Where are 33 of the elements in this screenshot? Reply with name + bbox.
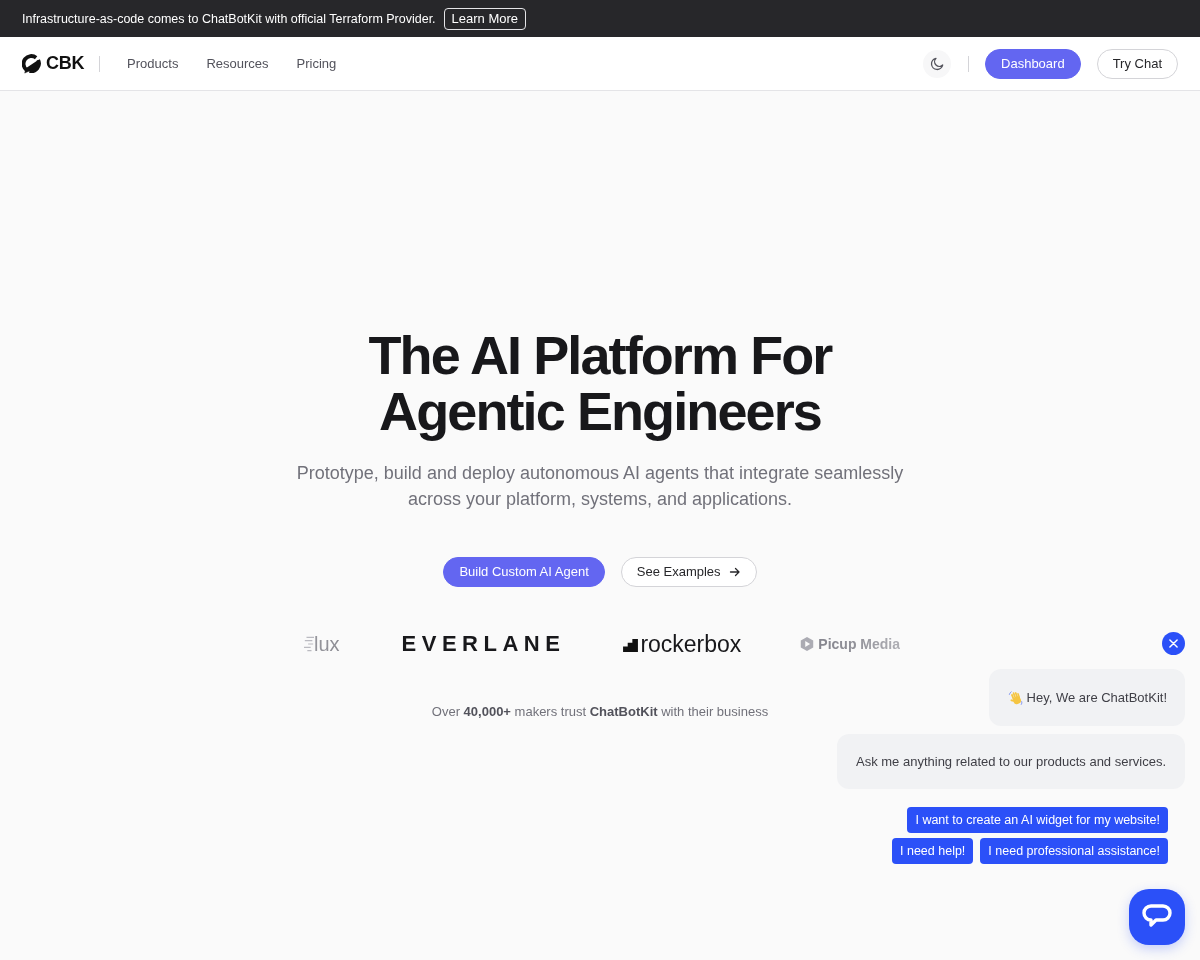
see-examples-button[interactable]: See Examples [620,557,757,587]
hero-subtitle: Prototype, build and deploy autonomous AI agents that integrate seamlessly across your platform, systems, and applications. [295,462,905,511]
brand-wordmark: lux [314,632,340,657]
nav-link[interactable]: Products [127,56,179,71]
dashboard-button[interactable]: Dashboard [985,48,1081,79]
hero-heading: The AI Platform For Agentic Engineers [367,327,833,439]
close-icon [1169,639,1178,648]
close-button[interactable] [1162,632,1185,655]
waving-hand-icon [1007,689,1024,706]
quick-reply-button[interactable]: I need professional assistance! [980,838,1168,864]
home-logo-link[interactable]: CBK [22,53,85,74]
brand-wordmark: Picup Media [818,635,900,654]
nav-link[interactable]: Pricing [296,56,337,71]
brand-wordmark: rockerbox [640,630,742,659]
quick-reply-button[interactable]: I want to create an AI widget for my website! [907,807,1168,833]
theme-toggle-button[interactable] [923,49,952,78]
chat-message: Ask me anything related to our products and services. [837,734,1185,789]
chat-message-text: Hey, We are ChatBotKit! [1026,689,1167,706]
learn-more-button[interactable]: Learn More [443,7,527,30]
chat-launcher-button[interactable] [1129,889,1185,945]
trust-statement: Over 40,000+ makers trust ChatBotKit with their business [431,703,769,721]
moon-icon [929,56,945,71]
try-chat-button[interactable]: Try Chat [1096,48,1178,79]
announcement-text: Infrastructure-as-code comes to ChatBotKit with official Terraform Provider. [22,11,436,26]
speed-lines-icon [304,635,314,653]
brand-wordmark: EVERLANE [401,630,566,658]
logo-icon [22,53,42,74]
play-hexagon-icon [799,636,816,652]
arrow-right-icon [728,566,741,578]
stairs-icon [623,639,639,652]
build-agent-button[interactable]: Build Custom AI Agent [443,557,605,587]
quick-reply-button[interactable]: I need help! [892,838,974,864]
nav-link[interactable]: Resources [206,56,269,71]
